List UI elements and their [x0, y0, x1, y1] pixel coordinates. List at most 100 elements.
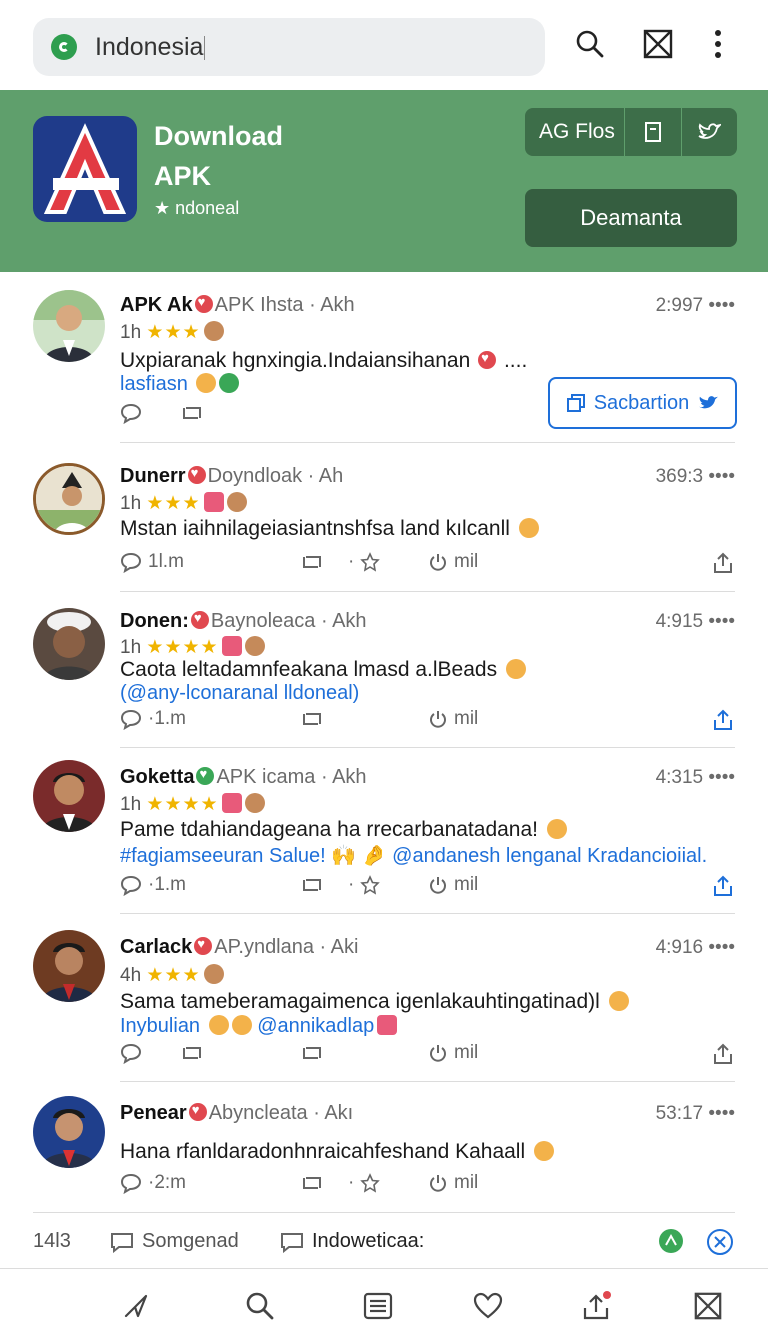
post-actions: 1l.m · mil	[120, 551, 737, 575]
power-button[interactable]: mil	[428, 551, 478, 573]
retweet-icon[interactable]	[300, 1172, 324, 1194]
star-icon[interactable]: ·	[348, 1172, 381, 1194]
retweet-icon[interactable]	[180, 1042, 204, 1064]
green-badge-icon[interactable]	[658, 1228, 684, 1254]
author-name[interactable]: Dunerr	[120, 465, 186, 487]
share-icon[interactable]	[711, 874, 735, 898]
retweet-icon[interactable]	[300, 708, 324, 730]
author-handle[interactable]: Baynoleaca · Akh	[211, 610, 367, 632]
close-circle-icon[interactable]	[706, 1228, 734, 1256]
nav-list-icon[interactable]	[358, 1286, 398, 1326]
post-actions	[120, 402, 737, 426]
nav-upload-icon[interactable]	[576, 1286, 616, 1326]
comment-button[interactable]: ·1.m	[120, 874, 186, 896]
post-item[interactable]: Donen: Baynoleaca · Akh 4:915 •••• 1h ★★★…	[0, 592, 768, 747]
comment-count: ·1.m	[148, 874, 186, 895]
rating-stars: ★★★	[146, 965, 201, 986]
comment-count: 1l.m	[148, 551, 184, 572]
author-handle[interactable]: Doyndloak · Ah	[208, 465, 344, 487]
author-name[interactable]: Goketta	[120, 766, 194, 788]
nav-close-box-icon[interactable]	[688, 1286, 728, 1326]
close-box-icon[interactable]	[640, 26, 676, 62]
nav-send-icon[interactable]	[116, 1286, 156, 1326]
post-item[interactable]: Carlack AP.yndlana · Aki 4:916 •••• 4h ★★…	[0, 914, 768, 1081]
comment-icon	[120, 1173, 142, 1194]
retweet-icon[interactable]	[300, 551, 324, 573]
author-handle[interactable]: AP.yndlana · Aki	[214, 936, 358, 958]
avatar[interactable]	[33, 930, 105, 1002]
retweet-icon[interactable]	[180, 402, 204, 424]
emoji-icon	[505, 659, 526, 679]
nav-search-icon[interactable]	[240, 1286, 280, 1326]
post-item[interactable]: Goketta APK icama · Akh 4:315 •••• 1h ★★★…	[0, 748, 768, 913]
avatar[interactable]	[33, 1096, 105, 1168]
power-button[interactable]: mil	[428, 874, 478, 896]
twitter-bird-icon[interactable]	[682, 122, 737, 142]
star-icon[interactable]: ·	[348, 551, 381, 573]
seg-label-button[interactable]: AG Flos	[525, 120, 624, 144]
avatar[interactable]	[33, 760, 105, 832]
divider	[0, 1268, 768, 1269]
post-header: Carlack AP.yndlana · Aki	[120, 936, 358, 959]
verified-heart-icon	[190, 610, 209, 629]
post-link[interactable]: (@any-lconaranal lldoneal)	[120, 682, 359, 705]
comment-icon	[120, 552, 142, 573]
document-icon[interactable]	[625, 121, 680, 143]
post-item[interactable]: Penear Abyncleata · Akı 53:17 •••• Hana r…	[0, 1082, 768, 1216]
search-icon[interactable]	[572, 26, 608, 62]
search-input[interactable]: Indonesia	[95, 33, 206, 62]
meta-time: 1h	[120, 637, 142, 658]
post-link[interactable]: lasfiasn	[120, 373, 240, 396]
author-handle[interactable]: APK icama · Akh	[216, 766, 366, 788]
strip-item-2[interactable]: Indoweticaa:	[280, 1230, 424, 1253]
more-vert-icon[interactable]	[700, 26, 736, 62]
nav-heart-icon[interactable]	[468, 1286, 508, 1326]
star-icon[interactable]: ·	[348, 874, 381, 896]
divider	[33, 1212, 735, 1213]
post-item[interactable]: APK AkAPK Ihsta · Akh 2:997 •••• 1h ★★★ …	[0, 272, 768, 442]
post-text: Uxpiaranak hgnxingia.Indaiansihanan ....	[120, 349, 527, 373]
strip-item-1[interactable]: Somgenad	[110, 1230, 239, 1253]
comment-count: ·1.m	[148, 708, 186, 729]
author-handle[interactable]: Abyncleata · Akı	[209, 1102, 354, 1124]
banner-title-line1: Download	[154, 121, 283, 151]
search-bar[interactable]: Indonesia	[33, 18, 545, 76]
comment-count: ·2:m	[148, 1172, 186, 1193]
retweet-icon[interactable]	[300, 1042, 324, 1064]
post-link[interactable]: Inybulian @annikadlap	[120, 1015, 398, 1038]
author-name[interactable]: Carlack	[120, 936, 192, 958]
browser-logo-icon	[51, 34, 77, 60]
comment-button[interactable]: ·2:m	[120, 1172, 186, 1194]
emoji-icon	[231, 1015, 252, 1035]
share-icon[interactable]	[711, 708, 735, 732]
post-actions: ·1.m · mil	[120, 874, 737, 898]
emoji-icon	[533, 1141, 554, 1161]
comment-button[interactable]: 1l.m	[120, 551, 184, 573]
post-item[interactable]: Dunerr Doyndloak · Ah 369:3 •••• 1h ★★★ M…	[0, 443, 768, 591]
author-handle[interactable]: APK Ihsta · Akh	[215, 294, 355, 316]
comment-icon[interactable]	[120, 402, 142, 424]
comment-icon[interactable]	[120, 1042, 142, 1064]
author-name[interactable]: Donen:	[120, 610, 189, 632]
post-link-text[interactable]: lasfiasn	[120, 373, 188, 395]
share-icon[interactable]	[711, 1042, 735, 1066]
download-button[interactable]: Deamanta	[525, 189, 737, 247]
retweet-icon[interactable]	[300, 874, 324, 896]
post-mention[interactable]: @annikadlap	[257, 1015, 374, 1037]
power-button[interactable]: mil	[428, 708, 478, 730]
meta-time: 4h	[120, 965, 142, 986]
power-button[interactable]: mil	[428, 1172, 478, 1194]
comment-button[interactable]: ·1.m	[120, 708, 186, 730]
author-name[interactable]: APK Ak	[120, 294, 193, 316]
power-button[interactable]: mil	[428, 1042, 478, 1064]
share-icon[interactable]	[711, 551, 735, 575]
emoji-icon	[244, 793, 265, 813]
post-text: Mstan iaihnilageiasiantnshfsa land kılca…	[120, 517, 539, 541]
strip-item-1-label: Somgenad	[142, 1230, 239, 1252]
avatar[interactable]	[33, 290, 105, 362]
post-link-text[interactable]: Inybulian	[120, 1015, 200, 1037]
author-name[interactable]: Penear	[120, 1102, 187, 1124]
post-link[interactable]: #fagiamseeuran Salue! 🙌 🤌 @andanesh leng…	[120, 843, 707, 868]
avatar[interactable]	[33, 463, 105, 535]
avatar[interactable]	[33, 608, 105, 680]
